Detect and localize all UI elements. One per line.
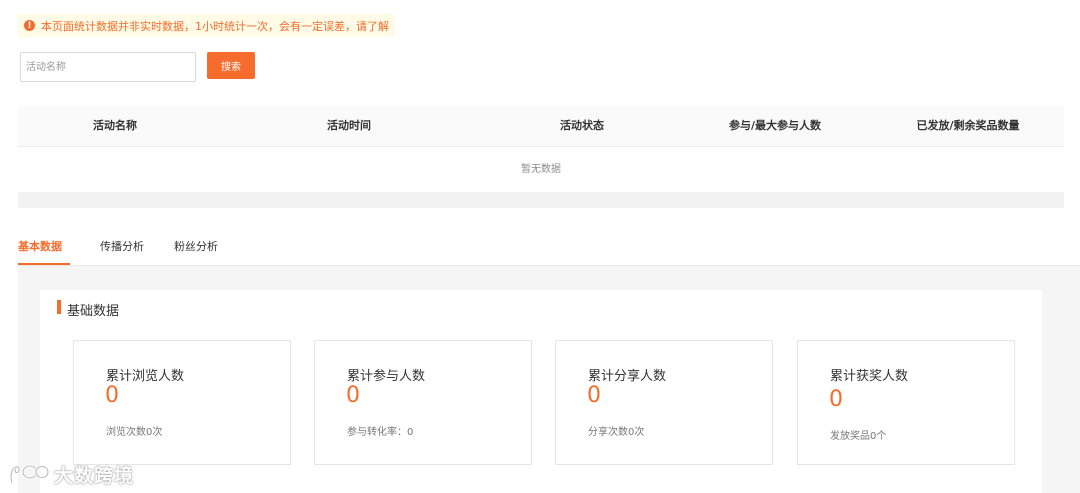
stat-card-value: 0: [346, 383, 360, 408]
table-divider: [18, 146, 1064, 147]
table-empty-text: 暂无数据: [521, 164, 561, 175]
tab-spread-analysis[interactable]: 传播分析: [100, 238, 144, 254]
tab-basic-data[interactable]: 基本数据: [18, 238, 62, 254]
info-icon: !: [24, 20, 35, 31]
stat-card-title: 累计浏览人数: [106, 369, 185, 384]
search-input[interactable]: [20, 52, 196, 82]
stat-card-participants: 累计参与人数 0 参与转化率：0: [314, 340, 532, 465]
watermark: 大数跨境: [8, 461, 134, 488]
section-title: 基础数据: [67, 304, 120, 319]
stat-card-title: 累计分享人数: [588, 369, 667, 384]
stat-card-title: 累计参与人数: [347, 369, 426, 384]
stat-card-subtext: 分享次数0次: [588, 427, 645, 438]
search-button[interactable]: 搜索: [207, 52, 255, 79]
stat-card-shares: 累计分享人数 0 分享次数0次: [555, 340, 773, 465]
column-header-status: 活动状态: [560, 119, 604, 132]
stat-card-value: 0: [587, 383, 601, 408]
notice-banner: ! 本页面统计数据并非实时数据，1小时统计一次，会有一定误差，请了解: [18, 14, 395, 37]
stat-card-views: 累计浏览人数 0 浏览次数0次: [73, 340, 291, 465]
table-horizontal-scrollbar[interactable]: [18, 192, 1064, 208]
stat-card-value: 0: [829, 387, 843, 412]
stat-card-subtext: 发放奖品0个: [830, 431, 887, 442]
column-header-participants: 参与/最大参与人数: [728, 119, 822, 132]
stat-card-value: 0: [105, 383, 119, 408]
stat-card-subtext: 参与转化率：0: [347, 427, 414, 438]
section-marker: [57, 300, 61, 314]
notice-text: 本页面统计数据并非实时数据，1小时统计一次，会有一定误差，请了解: [41, 19, 389, 33]
column-header-prizes: 已发放/剩余奖品数量: [916, 119, 1020, 132]
watermark-text: 大数跨境: [54, 465, 135, 487]
column-header-name: 活动名称: [93, 119, 137, 132]
stat-card-winners: 累计获奖人数 0 发放奖品0个: [797, 340, 1015, 465]
column-header-time: 活动时间: [327, 119, 371, 132]
watermark-logo-icon: [9, 464, 50, 483]
stat-card-title: 累计获奖人数: [830, 369, 909, 384]
stat-card-subtext: 浏览次数0次: [106, 427, 163, 438]
table-header: 活动名称 活动时间 活动状态 参与/最大参与人数 已发放/剩余奖品数量: [18, 106, 1064, 146]
tab-fans-analysis[interactable]: 粉丝分析: [174, 238, 218, 254]
